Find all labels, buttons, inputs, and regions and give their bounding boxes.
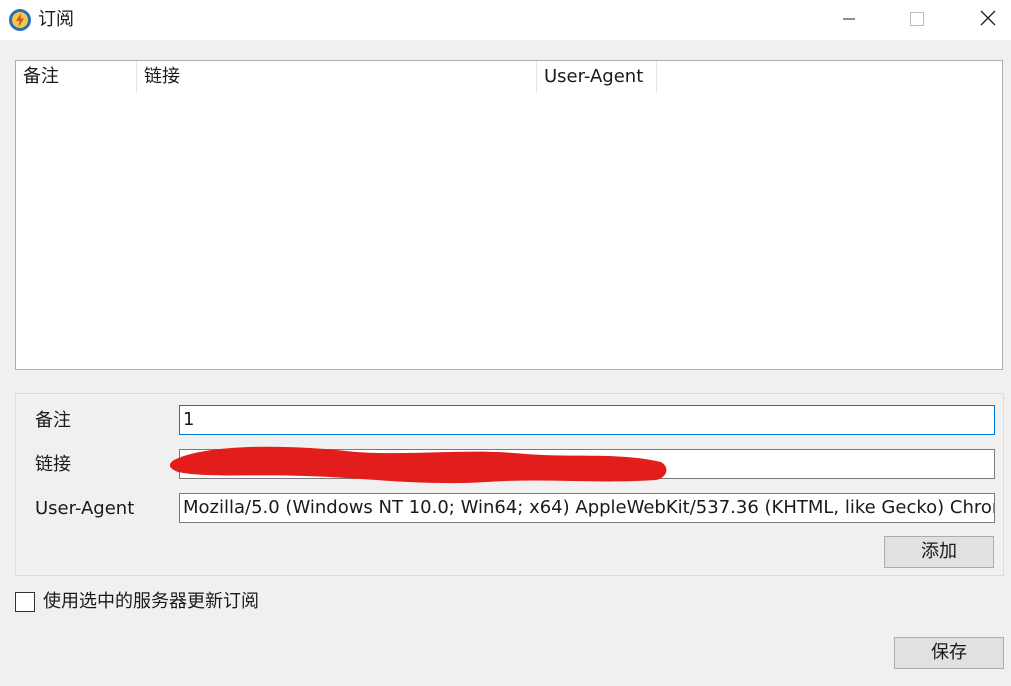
app-lightning-icon (8, 8, 32, 32)
remark-input[interactable]: 1 (179, 405, 995, 435)
subscription-list[interactable]: 备注 链接 User-Agent (15, 60, 1003, 370)
minimize-button[interactable] (826, 0, 872, 40)
user-agent-label: User-Agent (35, 498, 135, 519)
minimize-icon (842, 10, 856, 31)
close-icon (980, 10, 996, 31)
window-title: 订阅 (38, 9, 74, 30)
column-header-remark[interactable]: 备注 (16, 61, 137, 93)
column-header-user-agent[interactable]: User-Agent (537, 61, 657, 93)
save-button[interactable]: 保存 (894, 637, 1004, 669)
redaction-mark (169, 446, 667, 484)
maximize-icon (910, 10, 924, 31)
title-bar: 订阅 (0, 0, 1011, 40)
close-button[interactable] (965, 0, 1011, 40)
add-button[interactable]: 添加 (884, 536, 994, 568)
user-agent-input[interactable]: Mozilla/5.0 (Windows NT 10.0; Win64; x64… (179, 493, 995, 523)
maximize-button[interactable] (894, 0, 940, 40)
link-label: 链接 (35, 454, 71, 475)
update-with-server-label[interactable]: 使用选中的服务器更新订阅 (43, 590, 259, 614)
remark-label: 备注 (35, 410, 71, 431)
column-header-link[interactable]: 链接 (137, 61, 537, 93)
update-with-server-checkbox[interactable] (15, 592, 35, 612)
